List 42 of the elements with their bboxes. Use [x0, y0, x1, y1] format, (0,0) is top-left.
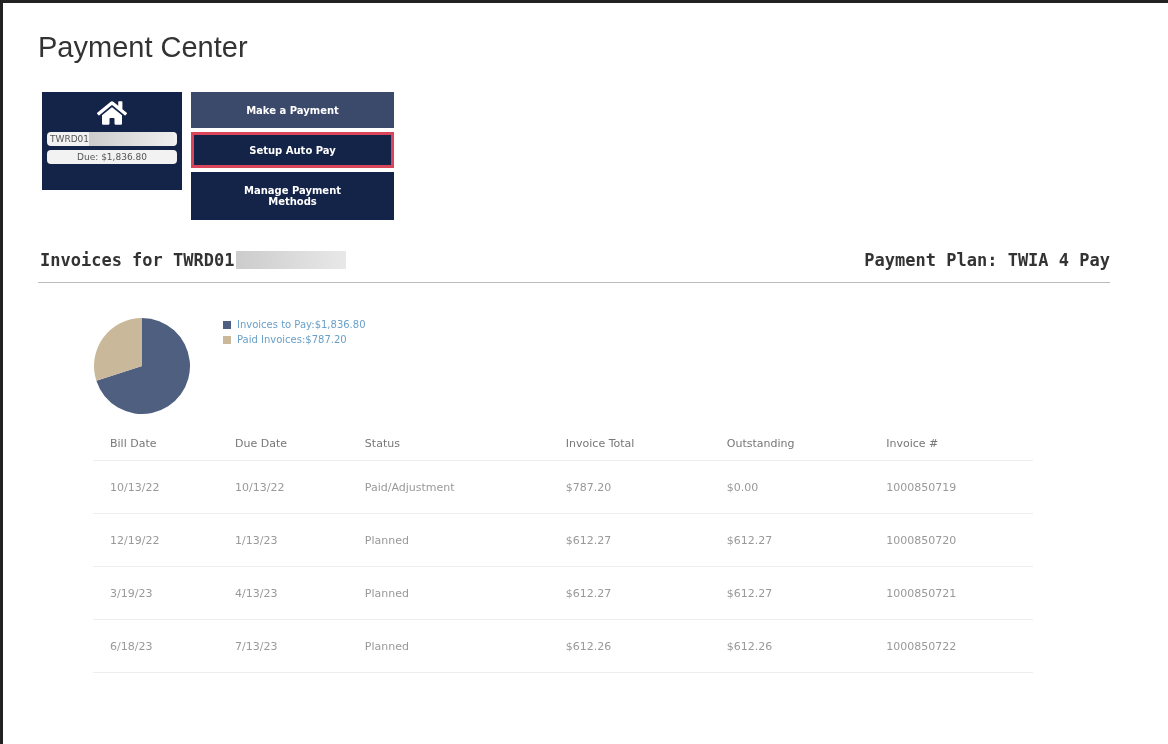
table-cell: 12/19/22	[93, 513, 218, 567]
home-icon	[97, 98, 127, 128]
action-button[interactable]: Manage Payment Methods	[191, 172, 394, 220]
table-cell: 1000850721	[869, 566, 1033, 620]
table-cell: $612.27	[709, 513, 870, 567]
table-cell: 1000850719	[869, 460, 1033, 514]
column-header: Invoice #	[869, 437, 1033, 461]
legend-label: Paid Invoices:$787.20	[237, 334, 347, 345]
table-cell: Planned	[347, 566, 549, 620]
table-cell: 1000850720	[869, 513, 1033, 567]
column-header: Due Date	[218, 437, 348, 461]
invoices-heading: Invoices for TWRD01	[40, 250, 347, 270]
table-cell: 7/13/23	[218, 619, 348, 673]
page-title: Payment Center	[38, 31, 249, 64]
table-cell: $612.27	[548, 566, 710, 620]
column-header: Status	[347, 437, 549, 461]
table-cell: $612.26	[709, 619, 870, 673]
table-cell: 10/13/22	[93, 460, 218, 514]
legend-label: Invoices to Pay:$1,836.80	[237, 319, 366, 330]
action-button[interactable]: Make a Payment	[191, 92, 394, 128]
action-button[interactable]: Setup Auto Pay	[191, 132, 394, 168]
table-cell: Planned	[347, 619, 549, 673]
table-cell: 1000850722	[869, 619, 1033, 673]
payment-plan: Payment Plan: TWIA 4 Pay	[864, 250, 1110, 270]
table-cell: $612.27	[709, 566, 870, 620]
account-id: TWRD01	[47, 132, 177, 146]
account-card[interactable]: TWRD01 Due: $1,836.80	[42, 92, 182, 190]
table-cell: $612.26	[548, 619, 710, 673]
table-cell: 3/19/23	[93, 566, 218, 620]
table-cell: $612.27	[548, 513, 710, 567]
table-cell: 4/13/23	[218, 566, 348, 620]
column-header: Invoice Total	[548, 437, 710, 461]
table-cell: Planned	[347, 513, 549, 567]
amount-due: Due: $1,836.80	[47, 150, 177, 164]
table-cell: $0.00	[709, 460, 870, 514]
table-cell: 10/13/22	[218, 460, 348, 514]
table-cell: $787.20	[548, 460, 710, 514]
table-cell: 1/13/23	[218, 513, 348, 567]
table-cell: Paid/Adjustment	[347, 460, 549, 514]
column-header: Outstanding	[709, 437, 870, 461]
column-header: Bill Date	[93, 437, 218, 461]
table-cell: 6/18/23	[93, 619, 218, 673]
